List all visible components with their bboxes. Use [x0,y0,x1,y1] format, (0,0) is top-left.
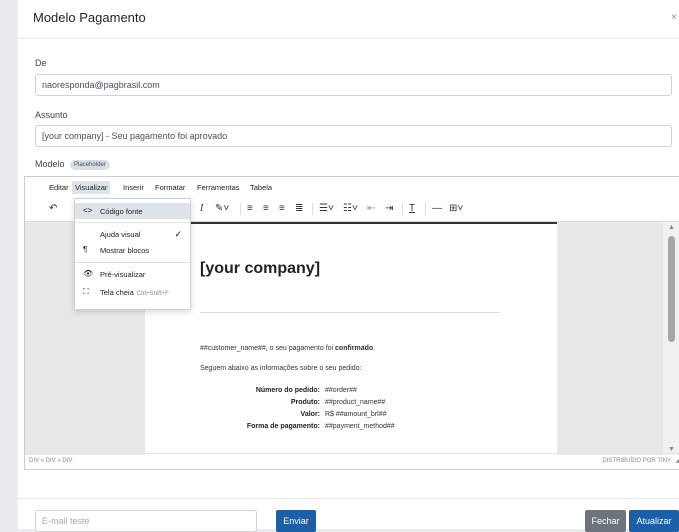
product-label: Produto: [290,399,320,406]
from-field[interactable]: naoresponda@pagbrasil.com [35,74,672,96]
clear-formatting-icon[interactable]: T [409,203,415,215]
payment-method-value: ##payment_method## [325,423,395,430]
menu-item-source-code[interactable]: <> Código fonte [75,203,190,219]
menu-divider [75,222,190,223]
editor-scrollbar[interactable]: ▲ ▼ [663,222,679,455]
outdent-icon[interactable]: ⇤ [367,203,375,215]
order-label: Número do pedido: [255,387,320,394]
modal-footer: E-mail teste Enviar Fechar Atualizar [18,498,679,532]
template-label: Modelo Placeholder [35,159,110,170]
align-left-icon[interactable]: ≡ [247,203,253,215]
menu-item-visual-aid[interactable]: Ajuda visual ✓ [75,226,190,242]
subject-label: Assunto [35,110,68,120]
scroll-thumb[interactable] [668,236,675,342]
italic-icon[interactable]: I [200,203,203,215]
numbered-list-icon[interactable]: ☷˅ [343,203,358,215]
greeting-line: ##customer_name##, o seu pagamento foi c… [200,345,375,352]
menu-item-label-text: Tela cheia [100,288,134,297]
menu-formatar[interactable]: Formatar [155,183,185,192]
info-intro-line: Seguem abaixo as informações sobre o seu… [200,365,362,372]
horizontal-line-icon[interactable]: — [432,203,442,215]
scroll-up-icon[interactable]: ▲ [668,224,675,231]
pilcrow-icon: ¶ [83,245,88,254]
resize-handle-icon[interactable]: ◢ [675,457,679,464]
align-justify-icon[interactable]: ≣ [295,203,303,215]
menu-item-label: Pré-visualizar [100,270,146,279]
menu-inserir[interactable]: Inserir [123,183,144,192]
amount-value: R$ ##amount_brl## [325,411,387,418]
menu-divider [75,262,190,263]
company-heading: [your company] [200,260,321,277]
menu-tabela[interactable]: Tabela [250,183,272,192]
document-divider [200,312,500,313]
tiny-branding[interactable]: DISTRIBUÍDO POR TINY [602,458,671,464]
element-path[interactable]: DIV » DIV » DIV [29,458,72,464]
menu-item-label: Código fonte [100,207,143,216]
shortcut-hint: Ctrl+Shift+F [136,291,169,297]
text-color-icon[interactable]: ✎˅ [215,203,229,215]
checkmark-icon: ✓ [174,229,182,239]
table-icon[interactable]: ⊞˅ [449,203,463,215]
order-value: ##order## [325,387,357,394]
modal-header: Modelo Pagamento × [18,0,679,39]
menu-item-label: Mostrar blocos [100,246,150,255]
align-center-icon[interactable]: ≡ [263,203,269,215]
product-value: ##product_name## [325,399,386,406]
indent-icon[interactable]: ⇥ [385,203,393,215]
code-icon: <> [83,206,93,215]
fullscreen-icon: ⛶ [83,287,89,296]
modal-title: Modelo Pagamento [33,10,146,25]
menu-item-preview[interactable]: 👁 Pré-visualizar [75,266,190,282]
greeting-end: . [373,345,376,352]
editor-menubar: Editar Visualizar Inserir Formatar Ferra… [25,177,679,197]
bullet-list-icon[interactable]: ☰˅ [319,203,334,215]
toolbar-divider [240,203,241,215]
toolbar-divider [312,203,313,215]
toolbar-divider [402,203,403,215]
undo-icon[interactable]: ↶ [49,203,57,215]
toolbar-divider [425,203,426,215]
menu-item-fullscreen[interactable]: ⛶ Tela cheia Ctrl+Shift+F [75,284,190,300]
greeting-text: ##customer_name##, o seu pagamento foi [200,345,336,352]
menu-visualizar[interactable]: Visualizar [72,181,111,194]
menu-editar[interactable]: Editar [49,183,69,192]
email-document: [your company] ##customer_name##, o seu … [145,222,557,455]
align-right-icon[interactable]: ≡ [279,203,285,215]
amount-label: Valor: [300,411,320,418]
placeholder-badge[interactable]: Placeholder [70,159,110,170]
from-label: De [35,58,47,68]
menu-item-label: Ajuda visual [100,230,141,239]
confirmed-text: confirmado [335,345,374,352]
template-label-text: Modelo [35,159,65,169]
menu-item-label: Tela cheia Ctrl+Shift+F [100,288,169,297]
menu-ferramentas[interactable]: Ferramentas [197,183,240,192]
editor-statusbar: DIV » DIV » DIV DISTRIBUÍDO POR TINY ◢ [25,453,679,469]
view-menu-dropdown: <> Código fonte Ajuda visual ✓ ¶ Mostrar… [74,198,191,310]
payment-method-label: Forma de pagamento: [246,423,320,430]
menu-item-show-blocks[interactable]: ¶ Mostrar blocos [75,242,190,258]
eye-icon: 👁 [83,269,94,278]
scroll-down-icon[interactable]: ▼ [668,446,675,453]
close-icon[interactable]: × [671,12,677,23]
subject-field[interactable]: [your company] - Seu pagamento foi aprov… [35,125,672,147]
